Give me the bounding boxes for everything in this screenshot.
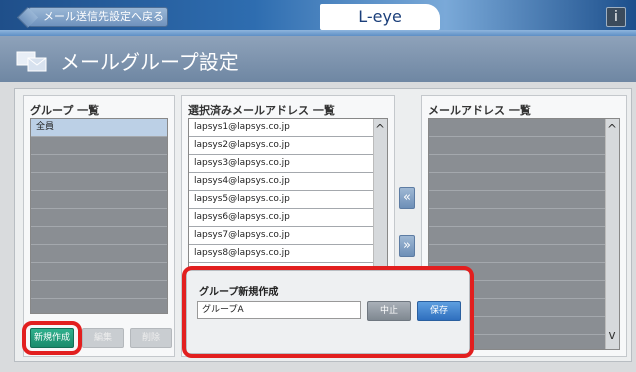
address-row[interactable]: lapsys8@lapsys.co.jp bbox=[189, 245, 387, 263]
scroll-up-icon[interactable]: ^ bbox=[372, 121, 388, 137]
new-button-highlight bbox=[22, 321, 82, 355]
group-row[interactable] bbox=[31, 137, 167, 155]
group-row[interactable] bbox=[31, 155, 167, 173]
address-row[interactable]: lapsys2@lapsys.co.jp bbox=[189, 137, 387, 155]
group-list-title: グループ 一覧 bbox=[30, 104, 100, 117]
address-row[interactable]: lapsys6@lapsys.co.jp bbox=[189, 209, 387, 227]
dialog-highlight bbox=[182, 266, 474, 358]
address-scrollbar[interactable] bbox=[605, 119, 619, 349]
info-button[interactable]: i bbox=[606, 7, 626, 27]
address-row[interactable] bbox=[429, 173, 619, 191]
group-row[interactable]: 全員 bbox=[31, 119, 167, 137]
address-row[interactable]: lapsys1@lapsys.co.jp bbox=[189, 119, 387, 137]
top-bar: メール送信先設定へ戻る L-eye i bbox=[0, 0, 636, 36]
group-row[interactable] bbox=[31, 173, 167, 191]
move-right-button[interactable]: » bbox=[399, 235, 415, 257]
address-row[interactable] bbox=[429, 227, 619, 245]
group-list-panel: グループ 一覧 全員 bbox=[23, 95, 175, 357]
address-row[interactable] bbox=[429, 245, 619, 263]
group-list[interactable]: 全員 bbox=[30, 118, 168, 314]
scroll-up-icon[interactable]: ^ bbox=[604, 121, 620, 137]
address-row[interactable] bbox=[429, 209, 619, 227]
group-row[interactable] bbox=[31, 281, 167, 299]
group-row[interactable] bbox=[31, 245, 167, 263]
group-row[interactable] bbox=[31, 209, 167, 227]
selected-address-title: 選択済みメールアドレス 一覧 bbox=[188, 104, 335, 117]
address-row[interactable] bbox=[429, 137, 619, 155]
group-row[interactable] bbox=[31, 227, 167, 245]
logo: L-eye bbox=[320, 4, 440, 30]
edit-group-button[interactable]: 編集 bbox=[82, 328, 124, 348]
group-row[interactable] bbox=[31, 263, 167, 281]
address-list-title: メールアドレス 一覧 bbox=[428, 104, 531, 117]
address-row[interactable] bbox=[429, 155, 619, 173]
address-row[interactable]: lapsys4@lapsys.co.jp bbox=[189, 173, 387, 191]
page-title: メールグループ設定 bbox=[60, 50, 239, 74]
scroll-down-icon[interactable]: v bbox=[604, 327, 620, 343]
group-row[interactable] bbox=[31, 191, 167, 209]
address-row[interactable] bbox=[429, 191, 619, 209]
address-row[interactable]: lapsys3@lapsys.co.jp bbox=[189, 155, 387, 173]
address-row[interactable] bbox=[429, 119, 619, 137]
address-row[interactable]: lapsys7@lapsys.co.jp bbox=[189, 227, 387, 245]
move-left-button[interactable]: « bbox=[399, 187, 415, 209]
delete-group-button[interactable]: 削除 bbox=[130, 328, 172, 348]
address-row[interactable]: lapsys5@lapsys.co.jp bbox=[189, 191, 387, 209]
back-button[interactable]: メール送信先設定へ戻る bbox=[28, 7, 168, 27]
mail-group-icon bbox=[16, 51, 47, 72]
